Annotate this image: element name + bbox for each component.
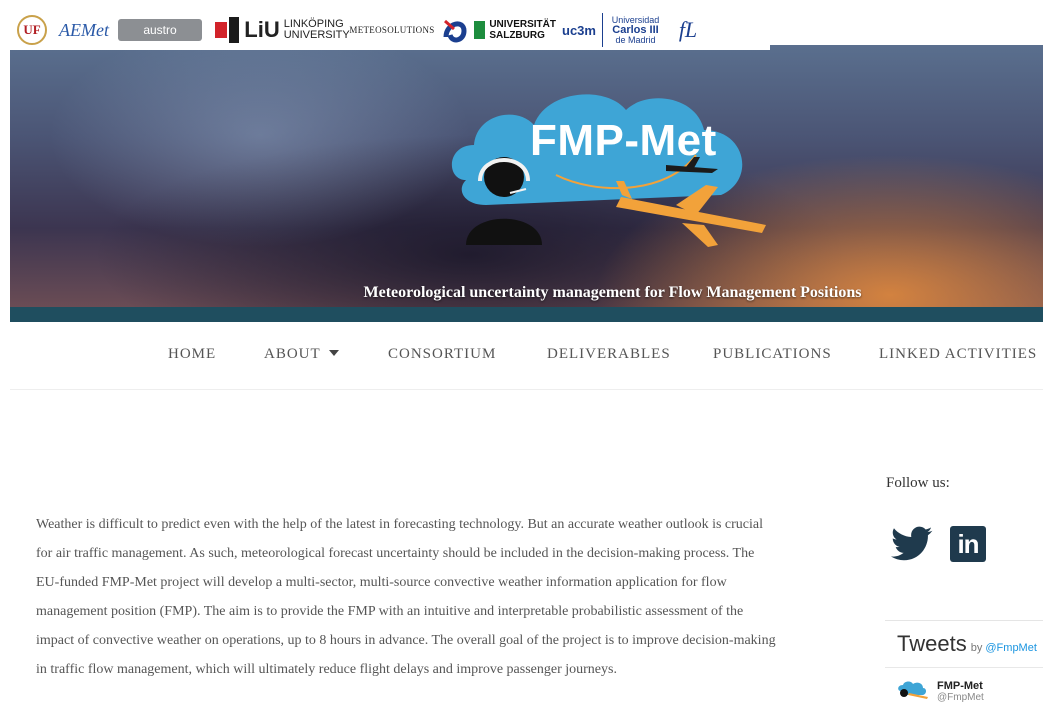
- partner-logo-strip: UF AEMet austro LiU LINKÖPING UNIVERSITY …: [10, 10, 770, 50]
- uc3m-logo: uc3m: [562, 22, 596, 38]
- uf-logo: UF: [14, 13, 50, 47]
- linkedin-link[interactable]: in: [946, 524, 990, 564]
- meteosolutions-logo: METEOSOLUTIONS: [349, 25, 435, 35]
- tweets-title: Tweets: [897, 631, 967, 656]
- nav-item-deliverables[interactable]: DELIVERABLES: [547, 346, 671, 363]
- nav-item-consortium[interactable]: CONSORTIUM: [388, 346, 496, 363]
- liu-logo-black-block: [229, 17, 239, 43]
- nav-item-linked-activities[interactable]: LINKED ACTIVITIES: [879, 346, 1037, 363]
- austro-control-logo: austro: [118, 19, 202, 41]
- tweet-author-name: FMP-Met: [937, 679, 983, 692]
- social-links: in: [890, 524, 990, 564]
- salzburg-line-1: UNIVERSITÄT: [489, 19, 556, 30]
- tweets-handle-link[interactable]: @FmpMet: [985, 642, 1037, 654]
- main-navigation: HOME ABOUT CONSORTIUM DELIVERABLES PUBLI…: [10, 322, 1043, 390]
- twitter-icon: [891, 526, 933, 561]
- follow-us-label: Follow us:: [886, 475, 950, 491]
- tweets-by-label: by: [970, 642, 983, 654]
- twitter-link[interactable]: [890, 524, 934, 564]
- fl-logo: fL: [678, 17, 698, 42]
- hero-banner: FMP-Met Meteorological uncertainty manag…: [10, 45, 1043, 307]
- uf-logo-mark: UF: [17, 15, 47, 45]
- liu-logo-red-block: [215, 22, 227, 38]
- nav-item-home[interactable]: HOME: [168, 346, 216, 363]
- aemet-logo: AEMet: [59, 19, 109, 40]
- liu-text-line-2: UNIVERSITY: [283, 29, 350, 41]
- swirl-logo-icon: [442, 13, 468, 47]
- hero-accent-band: [10, 307, 1043, 322]
- tweet-author-handle: @FmpMet: [937, 691, 984, 703]
- hero-subtitle: Meteorological uncertainty management fo…: [363, 284, 862, 301]
- linkedin-icon: in: [950, 526, 986, 562]
- carlos-iii-logo: Universidad Carlos III de Madrid: [602, 13, 664, 47]
- tweets-divider: [885, 667, 1043, 668]
- salzburg-logo-mark: [474, 21, 486, 39]
- caret-down-icon: [328, 349, 339, 356]
- nav-item-publications[interactable]: PUBLICATIONS: [713, 346, 832, 363]
- hero-title: FMP-Met: [530, 116, 717, 165]
- nav-item-about-label: ABOUT: [264, 346, 321, 362]
- swirl-icon: [443, 19, 467, 43]
- tweet-author[interactable]: FMP-Met @FmpMet: [895, 679, 984, 703]
- intro-paragraph: Weather is difficult to predict even wit…: [36, 517, 776, 677]
- tweets-header: Tweets by @FmpMet: [897, 631, 1037, 657]
- liu-logo: [208, 13, 246, 47]
- nav-item-about[interactable]: ABOUT: [264, 346, 339, 363]
- carlos-line-3: de Madrid: [615, 35, 656, 45]
- salzburg-university-logo: UNIVERSITÄT SALZBURG: [474, 13, 556, 47]
- linkoping-university-logo: LiU LINKÖPING UNIVERSITY: [244, 13, 349, 47]
- liu-mark: LiU: [244, 17, 280, 42]
- fmp-met-logo-icon: [451, 94, 766, 247]
- fmp-met-avatar-icon: [898, 681, 928, 699]
- salzburg-line-2: SALZBURG: [489, 30, 545, 41]
- twitter-timeline-widget: Tweets by @FmpMet FMP-Met @FmpMet: [885, 620, 1043, 716]
- avatar: [895, 679, 929, 703]
